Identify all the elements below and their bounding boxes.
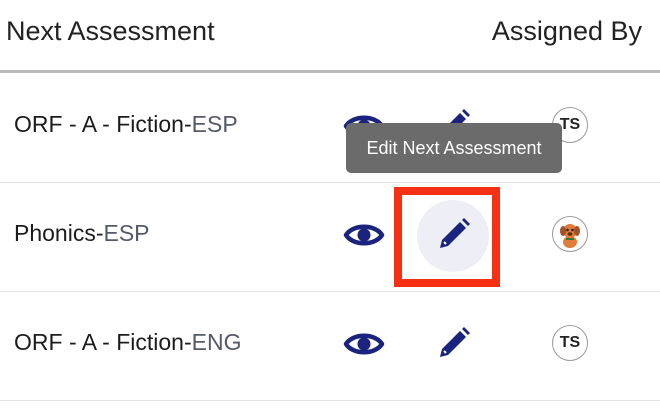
pencil-icon[interactable] xyxy=(434,325,472,363)
assessment-name: ORF - A - Fiction-ESP xyxy=(14,111,238,138)
assessment-language: ESP xyxy=(103,220,150,246)
eye-icon[interactable] xyxy=(343,218,385,252)
assessment-language: ESP xyxy=(191,111,238,137)
assessment-title: Phonics- xyxy=(14,220,104,246)
avatar xyxy=(552,216,588,252)
table-header: Next Assessment Assigned By xyxy=(0,0,660,73)
table-row: ORF - A - Fiction-ENG TS xyxy=(0,291,660,401)
assessment-name: Phonics-ESP xyxy=(14,220,150,247)
assessment-language: ENG xyxy=(191,329,242,355)
pencil-icon[interactable] xyxy=(434,216,472,254)
next-assessment-header: Next Assessment xyxy=(6,16,215,46)
avatar: TS xyxy=(552,325,588,361)
edit-tooltip: Edit Next Assessment xyxy=(346,123,562,173)
eye-icon[interactable] xyxy=(343,327,385,361)
dog-avatar-icon xyxy=(560,224,580,248)
assigned-by-header: Assigned By xyxy=(491,16,642,46)
assessment-title: ORF - A - Fiction- xyxy=(14,329,192,355)
assessment-title: ORF - A - Fiction- xyxy=(14,111,192,137)
assessment-name: ORF - A - Fiction-ENG xyxy=(14,329,241,356)
table-row: Phonics-ESP xyxy=(0,182,660,292)
